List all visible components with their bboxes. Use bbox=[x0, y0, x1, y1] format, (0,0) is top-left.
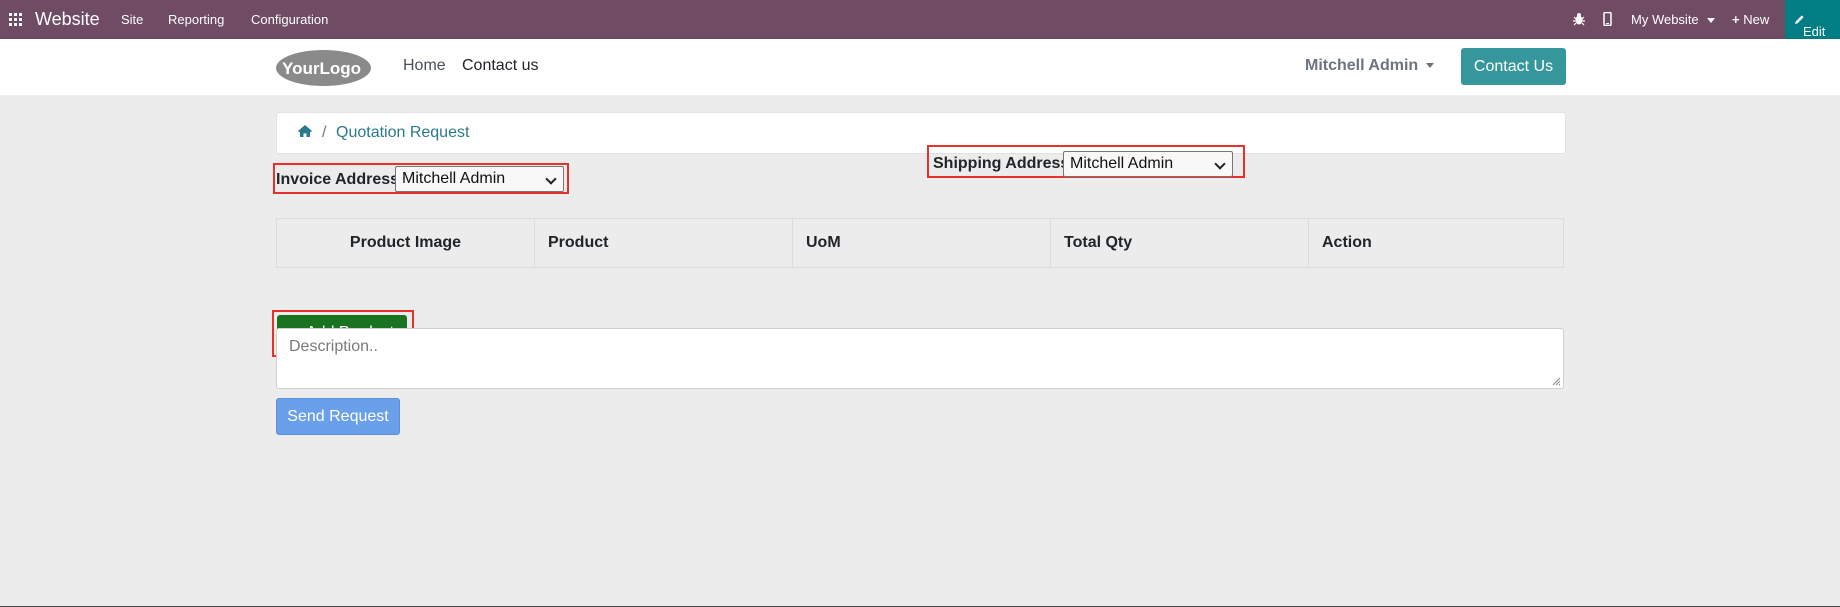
logo-text: YourLogo bbox=[282, 59, 361, 78]
caret-down-icon bbox=[1426, 63, 1435, 69]
column-product-image: Product Image bbox=[277, 219, 535, 267]
shipping-address-select[interactable]: Mitchell Admin bbox=[1063, 151, 1233, 177]
breadcrumb-current[interactable]: Quotation Request bbox=[336, 124, 469, 142]
send-request-button[interactable]: Send Request bbox=[276, 398, 400, 435]
menu-reporting[interactable]: Reporting bbox=[168, 12, 224, 27]
invoice-address-value: Mitchell Admin bbox=[402, 170, 506, 187]
admin-topbar: Website Site Reporting Configuration My … bbox=[0, 0, 1840, 39]
column-uom: UoM bbox=[793, 219, 1051, 267]
mobile-icon[interactable] bbox=[1603, 12, 1612, 26]
website-switcher-label: My Website bbox=[1631, 12, 1699, 27]
edit-label: Edit bbox=[1803, 24, 1826, 39]
invoice-address-label: Invoice Address bbox=[276, 171, 400, 188]
column-product: Product bbox=[535, 219, 793, 267]
site-header: YourLogo Home Contact us Mitchell Admin … bbox=[0, 39, 1840, 95]
menu-configuration[interactable]: Configuration bbox=[251, 12, 328, 27]
shipping-address-label: Shipping Address bbox=[933, 155, 1070, 172]
new-button[interactable]: + New bbox=[1732, 12, 1769, 27]
products-table-header: Product Image Product UoM Total Qty Acti… bbox=[276, 218, 1564, 268]
shipping-address-value: Mitchell Admin bbox=[1070, 155, 1174, 172]
resize-grip-icon[interactable] bbox=[1551, 376, 1561, 386]
chevron-down-icon bbox=[1214, 158, 1226, 170]
bug-icon[interactable] bbox=[1573, 12, 1585, 26]
plus-icon: + bbox=[1732, 12, 1740, 27]
caret-down-icon bbox=[1707, 18, 1716, 24]
invoice-address-select[interactable]: Mitchell Admin bbox=[395, 166, 564, 192]
menu-site[interactable]: Site bbox=[121, 12, 143, 27]
home-icon[interactable] bbox=[297, 123, 313, 139]
site-logo[interactable]: YourLogo bbox=[275, 49, 372, 87]
edit-button[interactable]: Edit bbox=[1785, 0, 1840, 39]
column-action: Action bbox=[1322, 234, 1372, 251]
app-name[interactable]: Website bbox=[35, 9, 100, 30]
nav-home[interactable]: Home bbox=[403, 57, 446, 75]
user-menu[interactable]: Mitchell Admin bbox=[1305, 57, 1435, 75]
website-switcher[interactable]: My Website bbox=[1631, 12, 1716, 27]
main-content: / Quotation Request Invoice Address Mitc… bbox=[0, 95, 1840, 607]
contact-us-button[interactable]: Contact Us bbox=[1461, 48, 1566, 85]
nav-contact-us[interactable]: Contact us bbox=[462, 57, 538, 75]
chevron-down-icon bbox=[545, 173, 557, 185]
apps-grid-icon[interactable] bbox=[9, 13, 23, 27]
breadcrumb: / Quotation Request bbox=[276, 112, 1566, 154]
column-total-qty: Total Qty bbox=[1051, 219, 1309, 267]
description-textarea[interactable]: Description.. bbox=[276, 328, 1564, 389]
breadcrumb-separator: / bbox=[322, 124, 327, 141]
description-placeholder: Description.. bbox=[289, 338, 378, 355]
new-label: New bbox=[1743, 12, 1770, 27]
user-name: Mitchell Admin bbox=[1305, 57, 1419, 74]
